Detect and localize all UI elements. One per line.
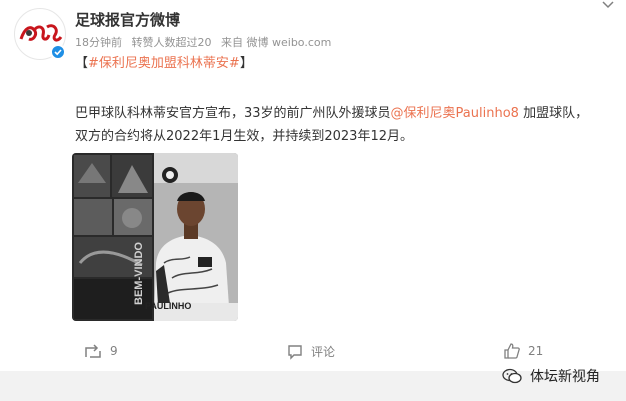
watermark-text: 体坛新视角: [530, 369, 600, 385]
thumbs-up-icon: [504, 343, 520, 359]
repost-icon: [85, 344, 101, 358]
player-name-text: PAULINHO: [145, 301, 191, 311]
post-source[interactable]: 来自 微博 weibo.com: [221, 36, 331, 49]
post-time[interactable]: 18分钟前: [75, 36, 122, 49]
account-name[interactable]: 足球报官方微博: [75, 9, 180, 30]
repost-button[interactable]: 9: [84, 343, 118, 359]
like-button[interactable]: 21: [504, 343, 543, 359]
post-body: 巴甲球队科林蒂安官方宣布，33岁的前广州队外援球员@保利尼奥Paulinho8 …: [75, 102, 595, 148]
comment-icon: [288, 344, 302, 360]
welcome-side-text: BEM-VINDO: [133, 242, 145, 305]
post-meta: 18分钟前 转赞人数超过20 来自 微博 weibo.com: [75, 34, 337, 50]
verified-badge-icon: [50, 44, 66, 60]
comment-label: 评论: [311, 345, 336, 359]
watermark: 体坛新视角: [502, 366, 600, 386]
hashtag-line: 【#保利尼奥加盟科林蒂安#】: [75, 52, 253, 71]
hashtag-link[interactable]: #保利尼奥加盟科林蒂安#: [88, 56, 240, 71]
player-announcement-graphic: PAULINHO BEM-VINDO: [72, 153, 238, 321]
mention-link[interactable]: @保利尼奥Paulinho8: [391, 106, 519, 121]
likes-note: 转赞人数超过20: [131, 36, 212, 49]
bracket-open: 【: [75, 56, 89, 71]
comment-button[interactable]: 评论: [287, 343, 335, 360]
repost-count: 9: [110, 344, 118, 358]
bracket-close: 】: [239, 56, 253, 71]
like-count: 21: [528, 344, 544, 358]
wechat-icon: [502, 368, 522, 384]
post-image[interactable]: PAULINHO BEM-VINDO: [72, 153, 238, 321]
chevron-down-icon[interactable]: [601, 0, 615, 10]
post-text: 巴甲球队科林蒂安官方宣布，33岁的前广州队外援球员: [75, 106, 391, 121]
